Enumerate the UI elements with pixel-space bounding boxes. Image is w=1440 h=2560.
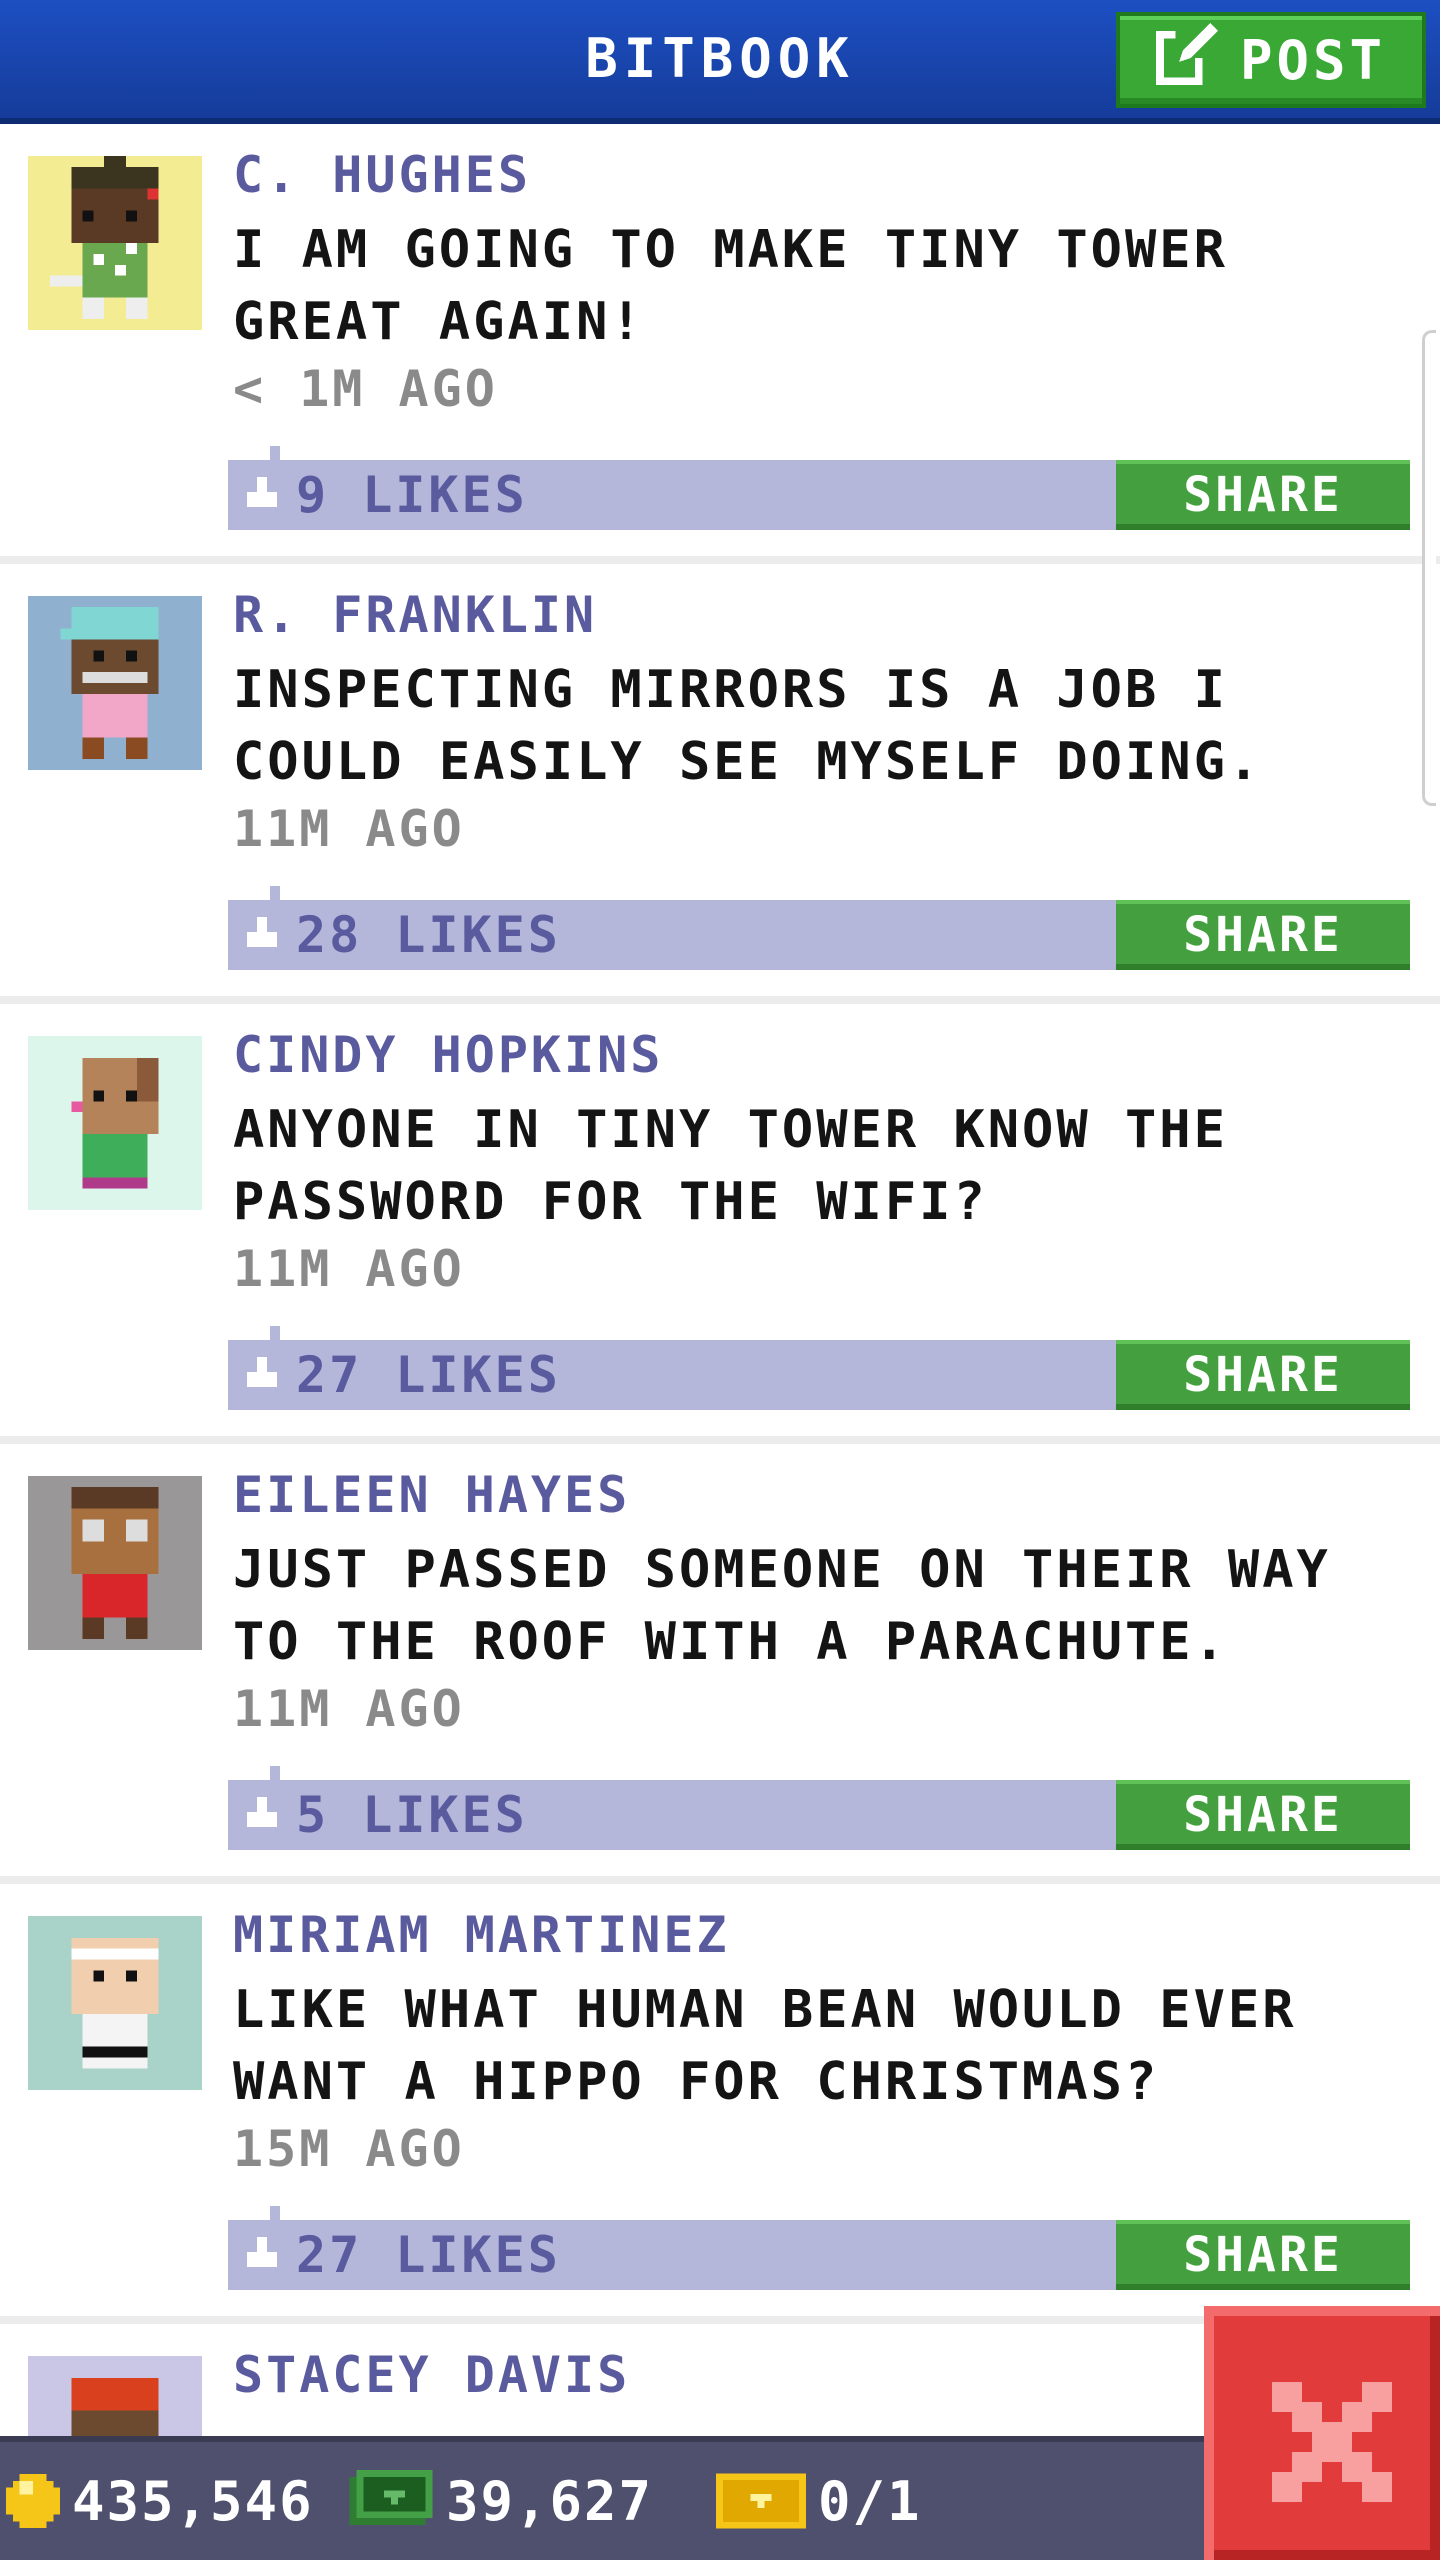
likes-count: 27 LIKES	[296, 1346, 561, 1404]
post-button[interactable]: POST	[1116, 12, 1426, 108]
post-author: EILEEN HAYES	[233, 1466, 631, 1524]
post-author: STACEY DAVIS	[233, 2346, 631, 2404]
feed-post: CINDY HOPKINS ANYONE IN TINY TOWER KNOW …	[0, 1004, 1440, 1444]
like-button[interactable]: 5 LIKES	[242, 1780, 528, 1850]
likes-bar: 9 LIKES SHARE	[228, 446, 1410, 530]
feed-post: C. HUGHES I AM GOING TO MAKE TINY TOWER …	[0, 124, 1440, 564]
header-bar: BITBOOK POST	[0, 0, 1440, 124]
tickets-count: 0/1	[818, 2469, 922, 2533]
thumbs-up-icon	[242, 906, 282, 964]
scrollbar[interactable]	[1422, 330, 1436, 806]
thumbs-up-icon	[242, 2226, 282, 2284]
coins-count: 435,546	[72, 2469, 314, 2533]
edit-icon	[1155, 22, 1218, 98]
avatar[interactable]	[28, 596, 202, 770]
like-button[interactable]: 27 LIKES	[242, 2220, 561, 2290]
share-button[interactable]: SHARE	[1116, 900, 1410, 970]
post-time: 11M AGO	[233, 800, 465, 858]
share-button[interactable]: SHARE	[1116, 1340, 1410, 1410]
likes-bar: 28 LIKES SHARE	[228, 886, 1410, 970]
close-button[interactable]	[1204, 2306, 1440, 2560]
thumbs-up-icon	[242, 1786, 282, 1844]
avatar[interactable]	[28, 1476, 202, 1650]
post-message: JUST PASSED SOMEONE ON THEIR WAY TO THE …	[233, 1540, 1331, 1672]
bux-icon	[348, 2470, 434, 2532]
likes-bar: 27 LIKES SHARE	[228, 2206, 1410, 2290]
like-button[interactable]: 28 LIKES	[242, 900, 561, 970]
post-time: 11M AGO	[233, 1680, 465, 1738]
post-message: I AM GOING TO MAKE TINY TOWER GREAT AGAI…	[233, 220, 1228, 352]
post-time: < 1M AGO	[233, 360, 498, 418]
likes-count: 9 LIKES	[296, 466, 528, 524]
post-author: MIRIAM MARTINEZ	[233, 1906, 730, 1964]
avatar[interactable]	[28, 1036, 202, 1210]
post-time: 11M AGO	[233, 1240, 465, 1298]
coin-icon	[6, 2474, 60, 2528]
likes-count: 27 LIKES	[296, 2226, 561, 2284]
tickets-stat: 0/1	[716, 2442, 922, 2560]
feed-post: EILEEN HAYES JUST PASSED SOMEONE ON THEI…	[0, 1444, 1440, 1884]
post-message: LIKE WHAT HUMAN BEAN WOULD EVER WANT A H…	[233, 1980, 1297, 2112]
like-button[interactable]: 27 LIKES	[242, 1340, 561, 1410]
coins-stat: 435,546	[6, 2442, 314, 2560]
post-message: ANYONE IN TINY TOWER KNOW THE PASSWORD F…	[233, 1100, 1228, 1232]
likes-count: 5 LIKES	[296, 1786, 528, 1844]
post-author: CINDY HOPKINS	[233, 1026, 664, 1084]
share-button[interactable]: SHARE	[1116, 2220, 1410, 2290]
post-time: 15M AGO	[233, 2120, 465, 2178]
thumbs-up-icon	[242, 1346, 282, 1404]
post-author: C. HUGHES	[233, 146, 531, 204]
share-button[interactable]: SHARE	[1116, 1780, 1410, 1850]
post-author: R. FRANKLIN	[233, 586, 598, 644]
feed-post: R. FRANKLIN INSPECTING MIRRORS IS A JOB …	[0, 564, 1440, 1004]
like-button[interactable]: 9 LIKES	[242, 460, 528, 530]
post-feed[interactable]: C. HUGHES I AM GOING TO MAKE TINY TOWER …	[0, 124, 1440, 2530]
avatar[interactable]	[28, 1916, 202, 2090]
thumbs-up-icon	[242, 466, 282, 524]
bitbook-screen: BITBOOK POST C. HUGHES I AM GOING TO MAK…	[0, 0, 1440, 2560]
likes-bar: 5 LIKES SHARE	[228, 1766, 1410, 1850]
bux-count: 39,627	[446, 2469, 654, 2533]
post-button-label: POST	[1239, 28, 1387, 92]
avatar[interactable]	[28, 156, 202, 330]
feed-post: MIRIAM MARTINEZ LIKE WHAT HUMAN BEAN WOU…	[0, 1884, 1440, 2324]
bux-stat: 39,627	[348, 2442, 653, 2560]
likes-bar: 27 LIKES SHARE	[228, 1326, 1410, 1410]
share-button[interactable]: SHARE	[1116, 460, 1410, 530]
post-message: INSPECTING MIRRORS IS A JOB I COULD EASI…	[233, 660, 1263, 792]
likes-count: 28 LIKES	[296, 906, 561, 964]
ticket-icon	[716, 2473, 806, 2529]
